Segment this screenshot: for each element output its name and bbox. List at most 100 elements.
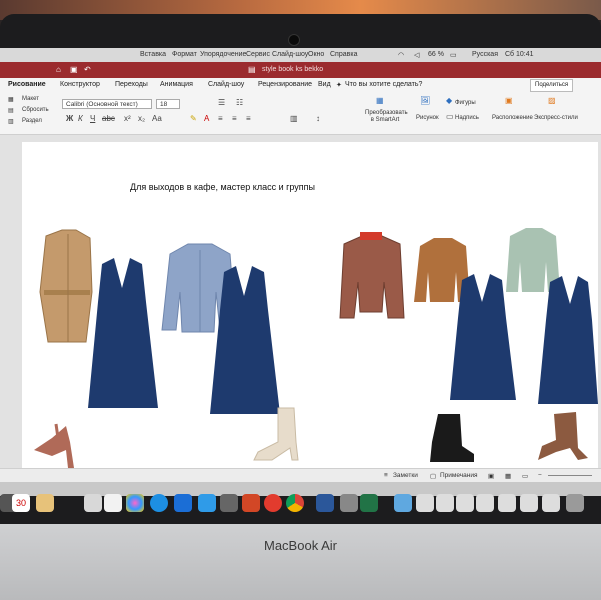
word-icon[interactable] xyxy=(316,494,334,512)
layout-icon[interactable]: ▦ xyxy=(8,96,14,103)
volume-icon[interactable]: ◁ xyxy=(414,51,419,59)
document-thumbnail-icon[interactable] xyxy=(456,494,474,512)
bullets-icon[interactable]: ☰ xyxy=(218,98,225,107)
menu-item-window[interactable]: Окно xyxy=(308,51,324,58)
reset-button[interactable]: Сбросить xyxy=(22,107,49,113)
quick-styles-button[interactable]: Экспресс-стили xyxy=(534,115,578,121)
photos-icon[interactable] xyxy=(126,494,144,512)
notes-app-icon[interactable] xyxy=(84,494,102,512)
document-thumbnail-icon[interactable] xyxy=(542,494,560,512)
tab-drawing[interactable]: Рисование xyxy=(8,81,46,88)
tab-design[interactable]: Конструктор xyxy=(60,81,100,88)
tab-review[interactable]: Рецензирование xyxy=(258,81,312,88)
picture-icon[interactable]: 🖼 xyxy=(420,96,430,105)
tab-slideshow[interactable]: Слайд-шоу xyxy=(208,81,244,88)
columns-icon[interactable]: ▥ xyxy=(290,114,298,123)
superscript-icon[interactable]: x² xyxy=(124,114,131,123)
app-store-icon[interactable] xyxy=(198,494,216,512)
align-right-icon[interactable]: ≡ xyxy=(246,114,251,123)
comments-icon[interactable]: ▢ xyxy=(430,472,436,480)
textbox-button[interactable]: Надпись xyxy=(455,115,479,121)
underline-icon[interactable]: Ч xyxy=(90,114,95,123)
menu-item-format[interactable]: Формат xyxy=(172,51,197,58)
smartart-icon[interactable]: ▦ xyxy=(376,96,384,105)
arrange-button[interactable]: Расположение xyxy=(492,115,533,121)
document-thumbnail-icon[interactable] xyxy=(436,494,454,512)
numbering-icon[interactable]: ☷ xyxy=(236,98,243,107)
document-preview-icon[interactable] xyxy=(340,494,358,512)
document-thumbnail-icon[interactable] xyxy=(520,494,538,512)
reading-view-icon[interactable]: ▭ xyxy=(522,472,528,480)
shapes-icon[interactable]: ◆ xyxy=(446,96,452,105)
share-button[interactable]: Поделиться xyxy=(530,79,574,92)
textbox-icon[interactable]: ▭ xyxy=(446,112,454,121)
trash-icon[interactable] xyxy=(566,494,584,512)
strikethrough-icon[interactable]: abc xyxy=(102,114,115,123)
wifi-icon[interactable]: ◠ xyxy=(398,51,404,59)
section-button[interactable]: Раздел xyxy=(22,118,42,124)
menu-item-slideshow[interactable]: Слайд-шоу xyxy=(272,51,308,58)
undo-icon[interactable]: ↶ xyxy=(84,66,92,74)
document-thumbnail-icon[interactable] xyxy=(498,494,516,512)
subscript-icon[interactable]: x₂ xyxy=(138,114,145,123)
cream-ankle-boot-image[interactable] xyxy=(253,407,299,461)
tab-view[interactable]: Вид xyxy=(318,81,331,88)
font-color-icon[interactable]: A xyxy=(204,114,209,123)
menu-item-insert[interactable]: Вставка xyxy=(140,51,166,58)
quick-styles-icon[interactable]: ▨ xyxy=(548,96,556,105)
convert-smartart-button[interactable]: Преобразовать в SmartArt xyxy=(365,110,408,124)
document-thumbnail-icon[interactable] xyxy=(476,494,494,512)
strappy-sandals-image[interactable] xyxy=(34,423,74,468)
app-store-icon[interactable] xyxy=(174,494,192,512)
save-icon[interactable]: ▣ xyxy=(70,66,78,74)
tab-animation[interactable]: Анимация xyxy=(160,81,193,88)
picture-button[interactable]: Рисунок xyxy=(416,115,439,121)
brown-cowboy-boot-image[interactable] xyxy=(538,412,588,460)
notes-icon[interactable]: ≡ xyxy=(384,472,388,479)
font-name-select[interactable]: Calibri (Основной текст) xyxy=(62,99,152,109)
chrome-icon[interactable] xyxy=(286,494,304,512)
plaid-jacket-image[interactable] xyxy=(339,232,405,319)
menu-item-arrange[interactable]: Упорядочение xyxy=(200,51,246,58)
messages-icon[interactable] xyxy=(150,494,168,512)
black-lace-up-boot-image[interactable] xyxy=(430,414,474,462)
align-center-icon[interactable]: ≡ xyxy=(232,114,237,123)
menu-item-help[interactable]: Справка xyxy=(330,51,357,58)
bold-icon[interactable]: Ж xyxy=(66,114,73,123)
menu-item-tools[interactable]: Сервис xyxy=(246,51,270,58)
change-case-icon[interactable]: Aa xyxy=(152,114,162,123)
normal-view-icon[interactable]: ▣ xyxy=(488,472,494,480)
highlight-icon[interactable]: ✎ xyxy=(190,114,197,123)
battery-icon[interactable]: ▭ xyxy=(450,51,457,59)
denim-dress-image[interactable] xyxy=(538,276,598,404)
calendar-icon[interactable]: 30 xyxy=(12,494,30,512)
powerpoint-icon[interactable] xyxy=(242,494,260,512)
input-language[interactable]: Русская xyxy=(472,51,498,58)
notes-button[interactable]: Заметки xyxy=(393,472,418,479)
arrange-icon[interactable]: ▣ xyxy=(505,96,513,105)
zoom-slider[interactable] xyxy=(548,475,592,476)
align-left-icon[interactable]: ≡ xyxy=(218,114,223,123)
comments-button[interactable]: Примечания xyxy=(440,472,478,479)
zoom-out-icon[interactable]: − xyxy=(538,472,542,479)
excel-icon[interactable] xyxy=(360,494,378,512)
folder-icon[interactable] xyxy=(394,494,412,512)
document-thumbnail-icon[interactable] xyxy=(416,494,434,512)
line-spacing-icon[interactable]: ↕ xyxy=(316,114,320,123)
reset-icon[interactable]: ▤ xyxy=(8,107,14,114)
reminders-icon[interactable] xyxy=(104,494,122,512)
system-preferences-icon[interactable] xyxy=(220,494,238,512)
slide-canvas[interactable]: Для выходов в кафе, мастер класс и групп… xyxy=(22,142,598,468)
italic-icon[interactable]: К xyxy=(78,114,83,123)
tell-me-input[interactable]: Что вы хотите сделать? xyxy=(345,81,422,88)
preview-icon[interactable] xyxy=(36,494,54,512)
section-icon[interactable]: ▥ xyxy=(8,118,14,125)
opera-icon[interactable] xyxy=(264,494,282,512)
font-size-select[interactable]: 18 xyxy=(156,99,180,109)
tab-transitions[interactable]: Переходы xyxy=(115,81,148,88)
trench-coat-image[interactable] xyxy=(39,229,93,343)
shapes-button[interactable]: Фигуры xyxy=(455,100,476,106)
denim-dress-image[interactable] xyxy=(88,258,158,408)
layout-button[interactable]: Макет xyxy=(22,96,39,102)
slide-sorter-icon[interactable]: ▦ xyxy=(505,472,511,480)
